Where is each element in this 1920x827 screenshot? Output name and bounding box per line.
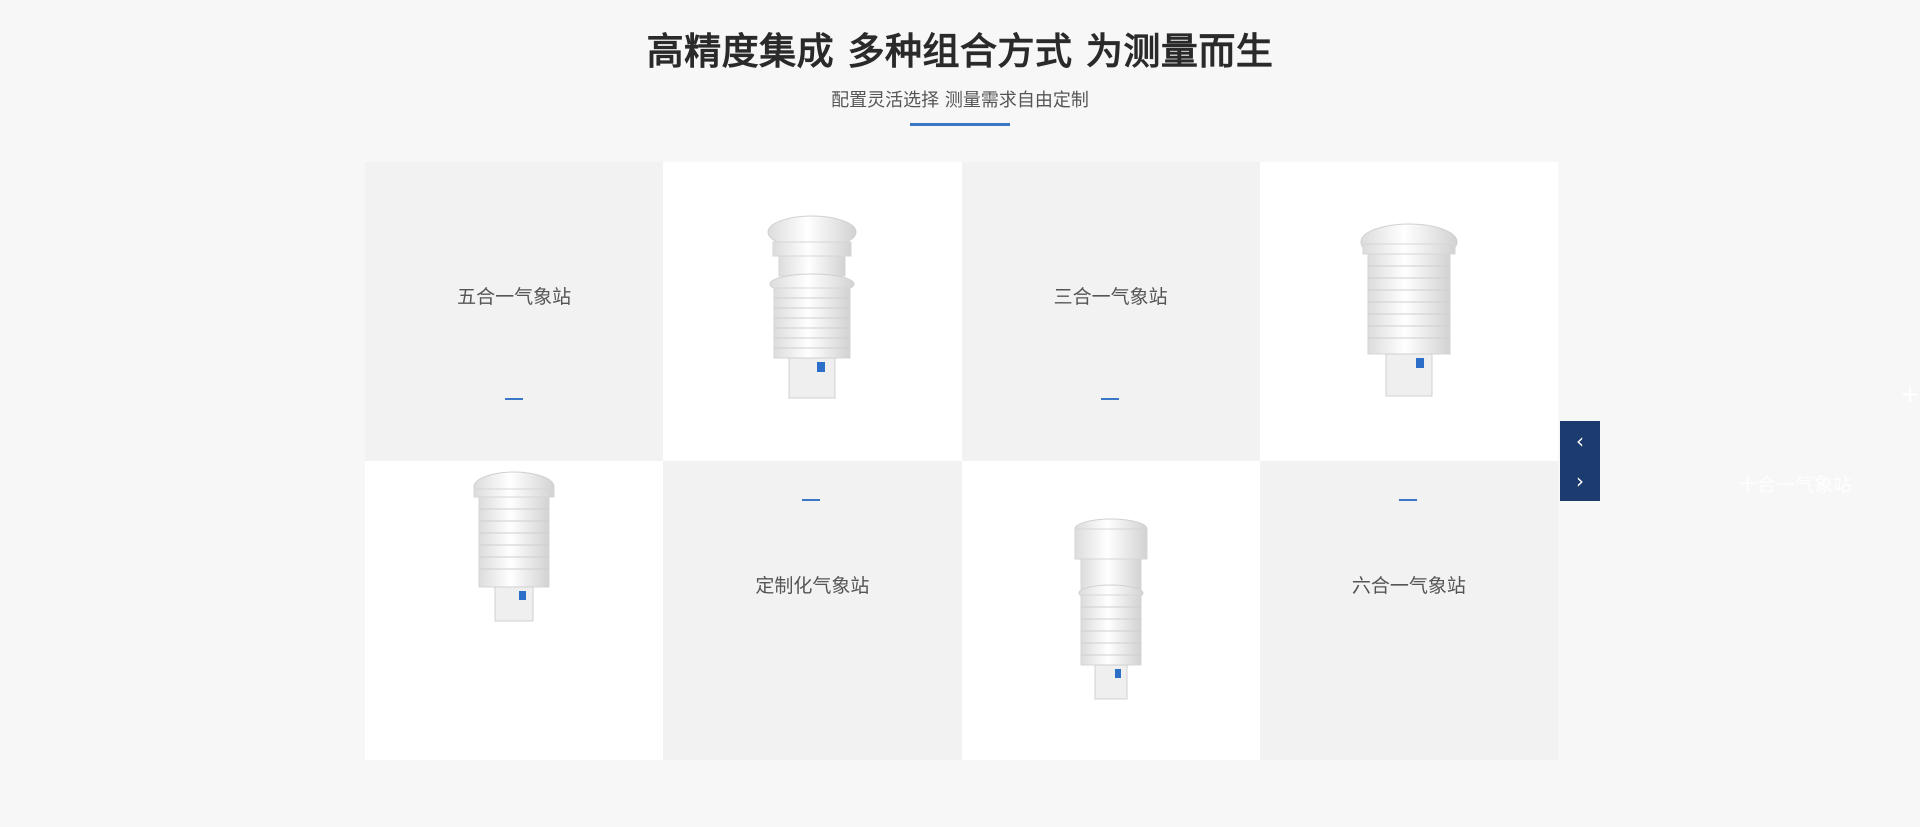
chevron-right-icon: › <box>1576 469 1584 493</box>
accent-dash <box>1100 398 1119 400</box>
product-image-card[interactable] <box>1259 162 1558 461</box>
chevron-left-icon: ‹ <box>1576 429 1584 453</box>
section-heading: 高精度集成 多种组合方式 为测量而生 配置灵活选择 测量需求自由定制 <box>0 22 1920 126</box>
product-card-three-in-one[interactable]: 三合一气象站 <box>961 162 1260 461</box>
weather-sensor-icon <box>767 215 857 399</box>
plus-icon: + <box>1900 380 1920 408</box>
accent-dash <box>505 398 523 400</box>
prev-button[interactable]: ‹ <box>1560 421 1600 461</box>
offscreen-card-label: 十合一气象站 <box>1738 474 1853 496</box>
product-card-label: 五合一气象站 <box>457 286 572 308</box>
product-card-label: 定制化气象站 <box>755 575 870 597</box>
accent-dash <box>1398 499 1417 501</box>
product-image-card[interactable] <box>663 162 962 461</box>
accent-dash <box>802 499 821 501</box>
section-title: 高精度集成 多种组合方式 为测量而生 <box>646 30 1274 73</box>
next-button[interactable]: › <box>1560 461 1600 501</box>
product-grid: 五合一气象站 三合一气象站 定制化气象站 六合一气象站 <box>365 162 1558 760</box>
weather-sensor-icon <box>473 471 555 622</box>
product-card-five-in-one[interactable]: 五合一气象站 <box>365 162 664 461</box>
section-subtitle: 配置灵活选择 测量需求自由定制 <box>831 90 1089 111</box>
carousel-nav: ‹ › <box>1560 421 1600 501</box>
product-card-six-in-one[interactable]: 六合一气象站 <box>1259 461 1558 760</box>
title-underline <box>910 123 1010 126</box>
product-showcase-page: 高精度集成 多种组合方式 为测量而生 配置灵活选择 测量需求自由定制 五合一气象… <box>0 0 1920 827</box>
weather-sensor-icon <box>1360 223 1458 397</box>
product-card-custom[interactable]: 定制化气象站 <box>663 461 962 760</box>
product-card-label: 三合一气象站 <box>1053 286 1168 308</box>
weather-sensor-icon <box>1074 518 1148 700</box>
product-image-card[interactable] <box>961 461 1260 760</box>
product-image-card[interactable] <box>365 461 664 760</box>
product-card-label: 六合一气象站 <box>1351 575 1466 597</box>
